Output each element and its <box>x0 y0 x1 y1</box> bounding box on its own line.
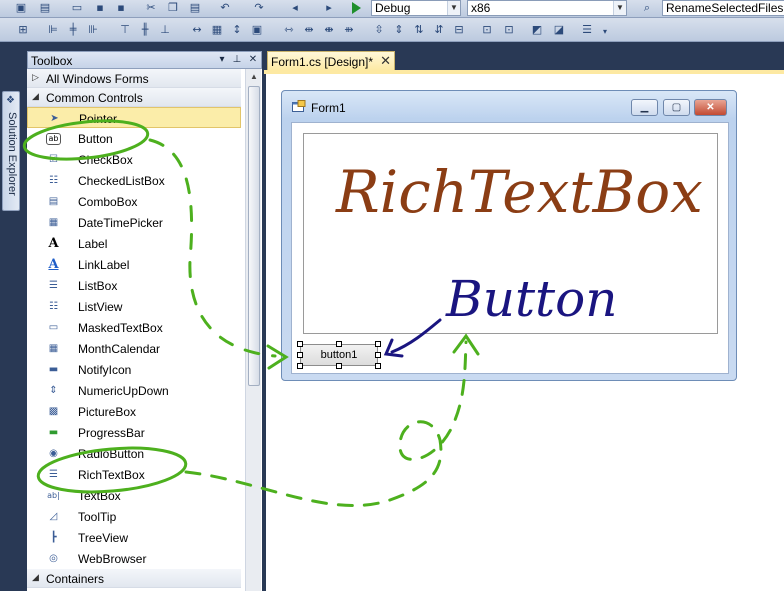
highlight-richtextbox-ellipse <box>36 446 188 494</box>
arrowhead-button <box>266 344 289 370</box>
arrowhead-richtextbox <box>452 333 480 356</box>
richtextbox-note: RichTextBox <box>335 158 703 226</box>
annotation-overlay: RichTextBox Button <box>22 119 703 508</box>
button-note: Button <box>445 270 617 328</box>
arrow-to-button1 <box>390 318 442 354</box>
highlight-button-ellipse <box>22 119 150 161</box>
dashed-arrow-button <box>148 138 277 358</box>
dashed-arrow-richtextbox <box>184 340 468 508</box>
